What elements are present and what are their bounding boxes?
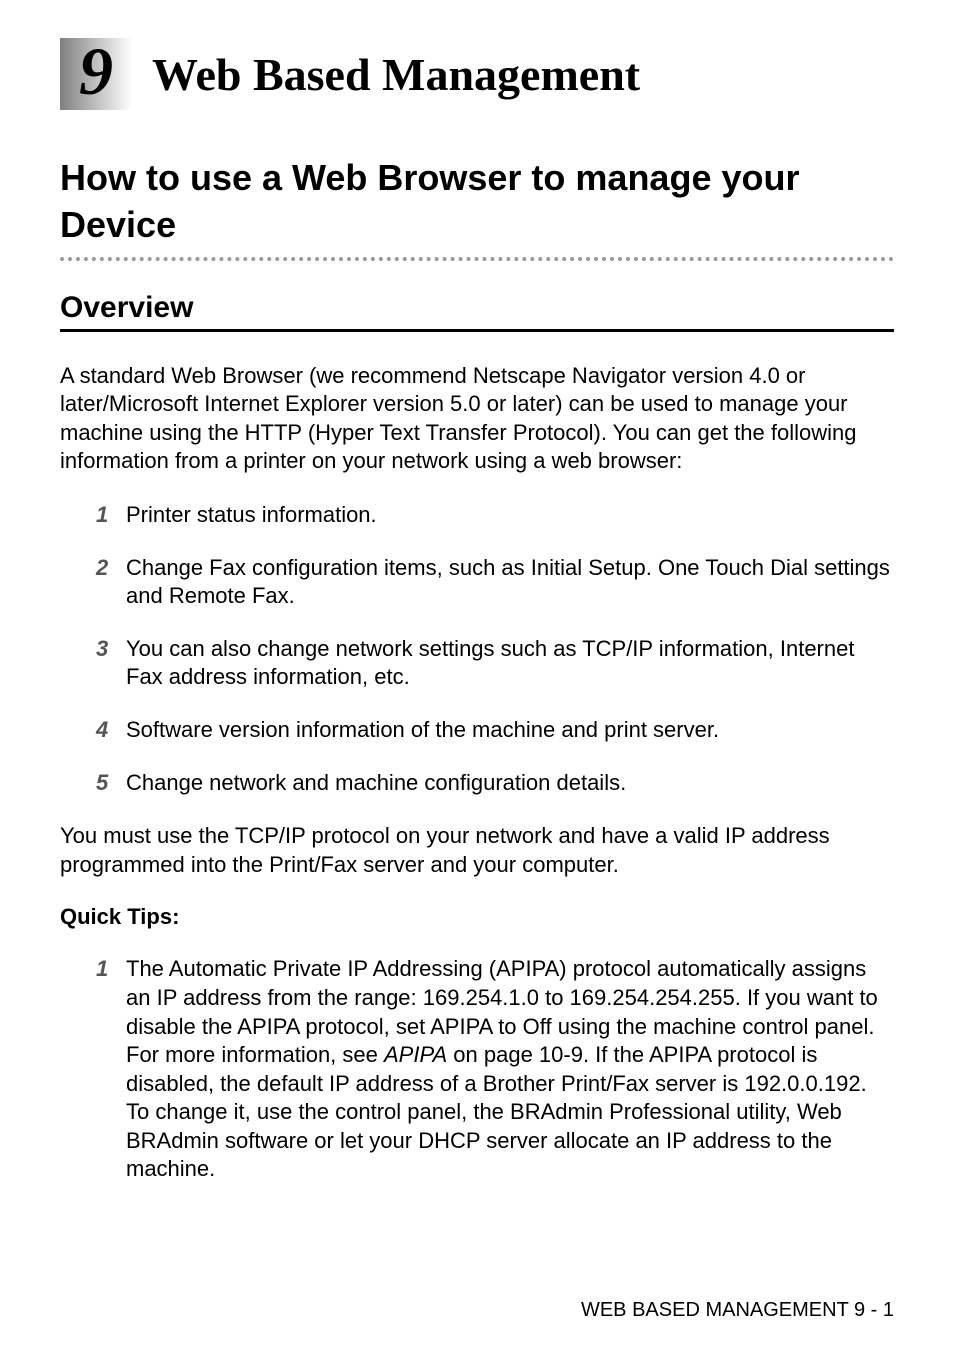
list-text: Change network and machine configuration…	[126, 769, 894, 798]
list-number: 1	[96, 501, 126, 530]
list-number: 1	[96, 955, 126, 1184]
intro-paragraph: A standard Web Browser (we recommend Net…	[60, 362, 894, 476]
list-text: Software version information of the mach…	[126, 716, 894, 745]
list-text: Printer status information.	[126, 501, 894, 530]
page-footer: WEB BASED MANAGEMENT 9 - 1	[581, 1299, 894, 1322]
chapter-number: 9	[79, 37, 113, 105]
section-title: How to use a Web Browser to manage your …	[60, 155, 894, 249]
list-item: 1 Printer status information.	[96, 501, 894, 530]
section-underline	[60, 257, 894, 261]
chapter-title: Web Based Management	[152, 48, 640, 101]
subsection-title: Overview	[60, 291, 894, 325]
list-number: 4	[96, 716, 126, 745]
quick-tips-list: 1 The Automatic Private IP Addressing (A…	[96, 955, 894, 1184]
list-item: 4 Software version information of the ma…	[96, 716, 894, 745]
quick-tips-label: Quick Tips:	[60, 904, 894, 930]
list-text: Change Fax configuration items, such as …	[126, 554, 894, 611]
chapter-number-badge: 9	[60, 38, 132, 110]
list-item: 3 You can also change network settings s…	[96, 635, 894, 692]
subsection-underline	[60, 329, 894, 332]
list-item: 1 The Automatic Private IP Addressing (A…	[96, 955, 894, 1184]
list-item: 5 Change network and machine configurati…	[96, 769, 894, 798]
list-text: You can also change network settings suc…	[126, 635, 894, 692]
requirement-paragraph: You must use the TCP/IP protocol on your…	[60, 822, 894, 879]
list-number: 5	[96, 769, 126, 798]
list-number: 2	[96, 554, 126, 611]
reference-link[interactable]: APIPA	[384, 1042, 447, 1067]
list-number: 3	[96, 635, 126, 692]
feature-list: 1 Printer status information. 2 Change F…	[96, 501, 894, 797]
list-item: 2 Change Fax configuration items, such a…	[96, 554, 894, 611]
list-text: The Automatic Private IP Addressing (API…	[126, 955, 894, 1184]
chapter-header: 9 Web Based Management	[60, 38, 894, 110]
